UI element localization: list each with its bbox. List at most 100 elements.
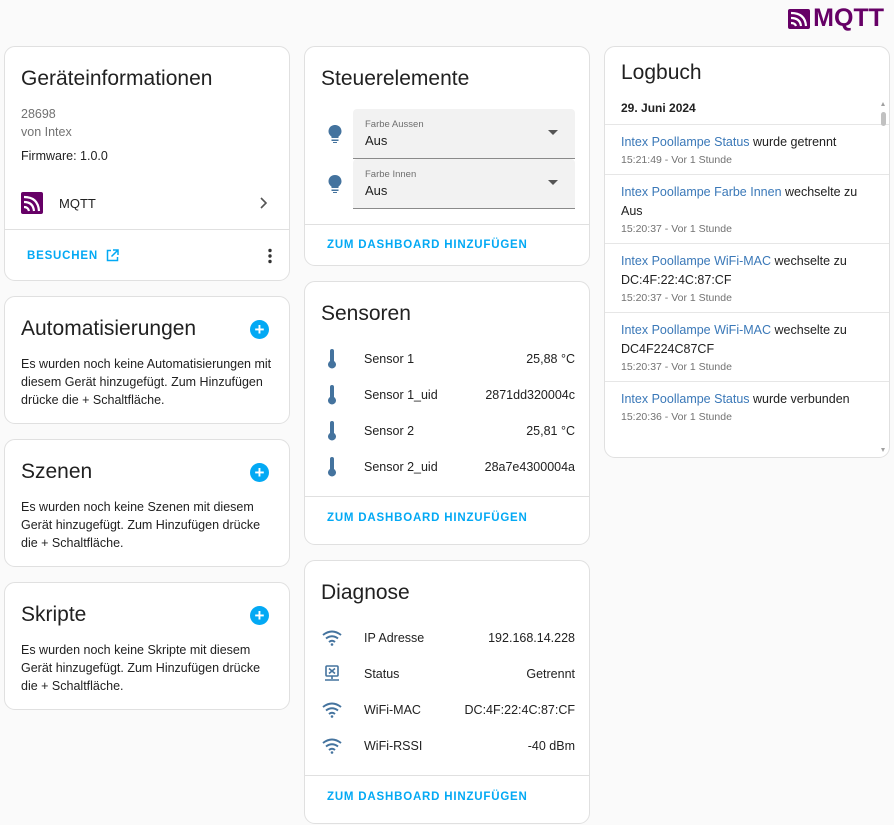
diagnostic-value: 192.168.14.228 bbox=[488, 631, 575, 645]
add-script-button[interactable]: + bbox=[250, 605, 269, 625]
thermometer-icon bbox=[321, 385, 343, 405]
select-value: Aus bbox=[365, 183, 388, 198]
thermometer-icon bbox=[321, 349, 343, 369]
log-message: wurde verbunden bbox=[749, 392, 850, 406]
mqtt-icon bbox=[21, 192, 43, 214]
logbook-scrollbar[interactable] bbox=[881, 102, 886, 452]
log-message: wurde getrennt bbox=[749, 135, 837, 149]
sensor-row[interactable]: Sensor 2_uid 28a7e4300004a bbox=[305, 449, 589, 485]
lightbulb-icon bbox=[321, 125, 349, 143]
sensor-row[interactable]: Sensor 1_uid 2871dd320004c bbox=[305, 377, 589, 413]
diagnostic-value: DC:4F:22:4C:87:CF bbox=[464, 703, 575, 717]
log-entity-link[interactable]: Intex Poollampe WiFi-MAC bbox=[621, 323, 771, 337]
device-info-card: Geräteinformationen 28698 von Intex Firm… bbox=[4, 46, 290, 281]
open-in-new-icon bbox=[106, 249, 119, 262]
sensors-title: Sensoren bbox=[321, 302, 411, 325]
scripts-title: Skripte bbox=[21, 603, 87, 626]
visit-button[interactable]: BESUCHEN bbox=[27, 249, 119, 262]
scenes-card: Szenen + Es wurden noch keine Szenen mit… bbox=[4, 439, 290, 567]
diagnostic-row[interactable]: Status Getrennt bbox=[305, 656, 589, 692]
log-entry: Intex Poollampe Farbe Innen wechselte zu… bbox=[605, 174, 889, 243]
logbook-date: 29. Juni 2024 bbox=[621, 101, 696, 115]
scenes-empty-text: Es wurden noch keine Szenen mit diesem G… bbox=[21, 500, 261, 550]
lightbulb-icon bbox=[321, 175, 349, 193]
scroll-down-arrow-icon[interactable] bbox=[881, 448, 885, 452]
thermometer-icon bbox=[321, 457, 343, 477]
wifi-icon bbox=[321, 630, 343, 646]
mqtt-logo: MQTT bbox=[788, 4, 884, 33]
select-label: Farbe Aussen bbox=[365, 119, 424, 130]
wifi-icon bbox=[321, 738, 343, 754]
sensor-row[interactable]: Sensor 1 25,88 °C bbox=[305, 341, 589, 377]
sensors-card: Sensoren Sensor 1 25,88 °C Sensor 1_uid … bbox=[304, 281, 590, 545]
mqtt-logo-icon bbox=[788, 8, 811, 29]
log-entry: Intex Poollampe Status wurde verbunden 1… bbox=[605, 381, 889, 431]
add-to-dashboard-button[interactable]: ZUM DASHBOARD HINZUFÜGEN bbox=[327, 512, 528, 524]
add-to-dashboard-label: ZUM DASHBOARD HINZUFÜGEN bbox=[327, 511, 528, 524]
device-manufacturer: von Intex bbox=[21, 125, 72, 139]
log-entity-link[interactable]: Intex Poollampe Farbe Innen bbox=[621, 185, 782, 199]
select-row-farbe-aussen: Farbe Aussen Aus bbox=[305, 109, 589, 159]
sensor-name: Sensor 1_uid bbox=[364, 388, 438, 402]
log-time: 15:21:49 - Vor 1 Stunde bbox=[621, 154, 732, 166]
log-time: 15:20:36 - Vor 1 Stunde bbox=[621, 411, 732, 423]
mqtt-integration-link[interactable]: MQTT bbox=[5, 177, 289, 229]
diagnostic-row[interactable]: WiFi-RSSI -40 dBm bbox=[305, 728, 589, 764]
log-entry: Intex Poollampe WiFi-MAC wechselte zu DC… bbox=[605, 312, 889, 381]
scenes-title: Szenen bbox=[21, 460, 93, 483]
logo-text: MQTT bbox=[813, 4, 884, 32]
controls-card: Steuerelemente Farbe Aussen Aus Farbe In… bbox=[304, 46, 590, 266]
sensor-row[interactable]: Sensor 2 25,81 °C bbox=[305, 413, 589, 449]
diagnostics-card: Diagnose IP Adresse 192.168.14.228 Statu… bbox=[304, 560, 590, 824]
scripts-empty-text: Es wurden noch keine Skripte mit diesem … bbox=[21, 643, 261, 693]
thermometer-icon bbox=[321, 421, 343, 441]
chevron-right-icon bbox=[260, 197, 268, 209]
log-entity-link[interactable]: Intex Poollampe Status bbox=[621, 135, 750, 149]
automations-card: Automatisierungen + Es wurden noch keine… bbox=[4, 296, 290, 424]
scripts-card: Skripte + Es wurden noch keine Skripte m… bbox=[4, 582, 290, 710]
select-farbe-innen[interactable]: Farbe Innen Aus bbox=[353, 159, 575, 209]
more-vert-icon[interactable] bbox=[267, 248, 273, 264]
dropdown-arrow-icon bbox=[548, 130, 558, 135]
log-entity-link[interactable]: Intex Poollampe WiFi-MAC bbox=[621, 254, 771, 268]
add-to-dashboard-label: ZUM DASHBOARD HINZUFÜGEN bbox=[327, 239, 528, 251]
sensor-value: 28a7e4300004a bbox=[484, 460, 575, 474]
device-model: 28698 bbox=[21, 107, 56, 121]
log-entity-link[interactable]: Intex Poollampe Status bbox=[621, 392, 750, 406]
add-scene-button[interactable]: + bbox=[250, 462, 269, 482]
scrollbar-thumb[interactable] bbox=[881, 112, 886, 126]
wifi-icon bbox=[321, 702, 343, 718]
sensor-name: Sensor 2_uid bbox=[364, 460, 438, 474]
controls-title: Steuerelemente bbox=[321, 67, 470, 90]
device-firmware: Firmware: 1.0.0 bbox=[21, 149, 108, 163]
diagnostic-name: Status bbox=[364, 667, 400, 681]
add-to-dashboard-button[interactable]: ZUM DASHBOARD HINZUFÜGEN bbox=[327, 791, 528, 803]
sensor-name: Sensor 2 bbox=[364, 424, 415, 438]
sensor-value: 25,88 °C bbox=[526, 352, 575, 366]
sensor-name: Sensor 1 bbox=[364, 352, 415, 366]
network-off-icon bbox=[321, 665, 343, 683]
device-info-title: Geräteinformationen bbox=[21, 67, 213, 90]
add-to-dashboard-label: ZUM DASHBOARD HINZUFÜGEN bbox=[327, 790, 528, 803]
add-to-dashboard-button[interactable]: ZUM DASHBOARD HINZUFÜGEN bbox=[327, 239, 528, 251]
sensor-value: 25,81 °C bbox=[526, 424, 575, 438]
sensor-value: 2871dd320004c bbox=[485, 388, 575, 402]
log-time: 15:20:37 - Vor 1 Stunde bbox=[621, 292, 732, 304]
select-label: Farbe Innen bbox=[365, 169, 417, 180]
diagnostic-row[interactable]: WiFi-MAC DC:4F:22:4C:87:CF bbox=[305, 692, 589, 728]
logbook-card: Logbuch 29. Juni 2024 Intex Poollampe St… bbox=[604, 46, 890, 458]
logbook-title: Logbuch bbox=[621, 61, 702, 84]
mqtt-label: MQTT bbox=[59, 195, 96, 211]
log-time: 15:20:37 - Vor 1 Stunde bbox=[621, 361, 732, 373]
select-farbe-aussen[interactable]: Farbe Aussen Aus bbox=[353, 109, 575, 159]
automations-title: Automatisierungen bbox=[21, 317, 197, 340]
add-automation-button[interactable]: + bbox=[250, 319, 269, 339]
diagnostic-value: Getrennt bbox=[526, 667, 575, 681]
diagnostic-value: -40 dBm bbox=[527, 739, 575, 753]
log-entry: Intex Poollampe WiFi-MAC wechselte zu DC… bbox=[605, 243, 889, 312]
diagnostics-title: Diagnose bbox=[321, 581, 410, 604]
diagnostic-row[interactable]: IP Adresse 192.168.14.228 bbox=[305, 620, 589, 656]
visit-label: BESUCHEN bbox=[27, 249, 98, 262]
scroll-up-arrow-icon[interactable] bbox=[881, 102, 885, 106]
logbook-list[interactable]: Intex Poollampe Status wurde getrennt 15… bbox=[605, 124, 889, 448]
